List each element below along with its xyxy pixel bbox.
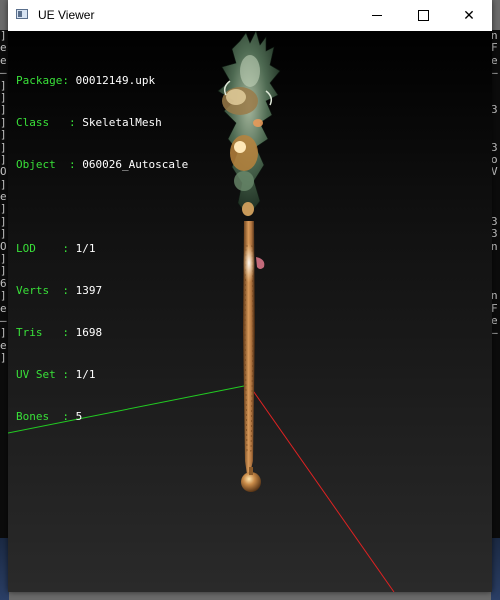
console-right-glyph	[491, 352, 500, 364]
minimize-icon	[372, 15, 382, 16]
stat-row-bones: Bones : 5	[16, 410, 83, 423]
console-right-glyph	[491, 80, 500, 92]
minimize-button[interactable]	[354, 0, 400, 31]
console-right-glyph: V	[491, 165, 498, 179]
console-right-glyph: —	[491, 66, 498, 80]
stat-row-verts: Verts : 1397	[16, 284, 103, 297]
info-row-package: Package: 00012149.upk	[16, 74, 156, 87]
app-window-icon	[16, 9, 28, 19]
maximize-button[interactable]	[400, 0, 446, 31]
console-right-taskbar-strip	[491, 538, 500, 600]
console-right-glyph: 3	[491, 103, 498, 117]
mesh-info-overlay: Package: 00012149.upk Class : SkeletalMe…	[16, 46, 188, 452]
info-row-class: Class : SkeletalMesh	[16, 116, 162, 129]
info-row-object: Object : 060026_Autoscale	[16, 158, 189, 171]
orb-neck	[249, 467, 253, 475]
console-right-glyph	[491, 340, 500, 352]
shaft-ornament	[256, 257, 265, 269]
console-right-glyph: 3	[491, 227, 498, 241]
3d-viewport[interactable]: Package: 00012149.upk Class : SkeletalMe…	[8, 31, 492, 592]
staff-head	[217, 31, 281, 218]
shaft-highlight	[243, 243, 255, 283]
x-axis-red	[248, 384, 395, 592]
window-title: UE Viewer	[38, 8, 95, 22]
console-right-glyph	[491, 253, 500, 265]
console-right-glyph	[491, 179, 500, 191]
stat-row-tris: Tris : 1698	[16, 326, 103, 339]
stat-row-uv-set: UV Set : 1/1	[16, 368, 96, 381]
maximize-icon	[417, 10, 429, 21]
stat-row-lod: LOD : 1/1	[16, 242, 96, 255]
console-right-glyph	[491, 203, 500, 215]
title-bar[interactable]: UE Viewer ✕	[8, 0, 492, 31]
console-right-glyph	[491, 117, 500, 129]
console-right-glyph	[491, 129, 500, 141]
background-console-right: n Fe —3 3 o V 3 3 n n Fe —	[491, 30, 500, 600]
console-right-glyph: n	[491, 239, 498, 253]
console-right-glyph: n	[491, 289, 498, 303]
console-right-glyph	[491, 191, 500, 203]
console-right-glyph: F	[491, 41, 498, 55]
close-button[interactable]: ✕	[446, 0, 492, 31]
console-right-glyph	[491, 265, 500, 277]
console-right-glyph: —	[491, 326, 498, 340]
close-icon: ✕	[463, 7, 475, 24]
ue-viewer-window: UE Viewer ✕ Package: 00012149.upk Class …	[8, 0, 492, 592]
